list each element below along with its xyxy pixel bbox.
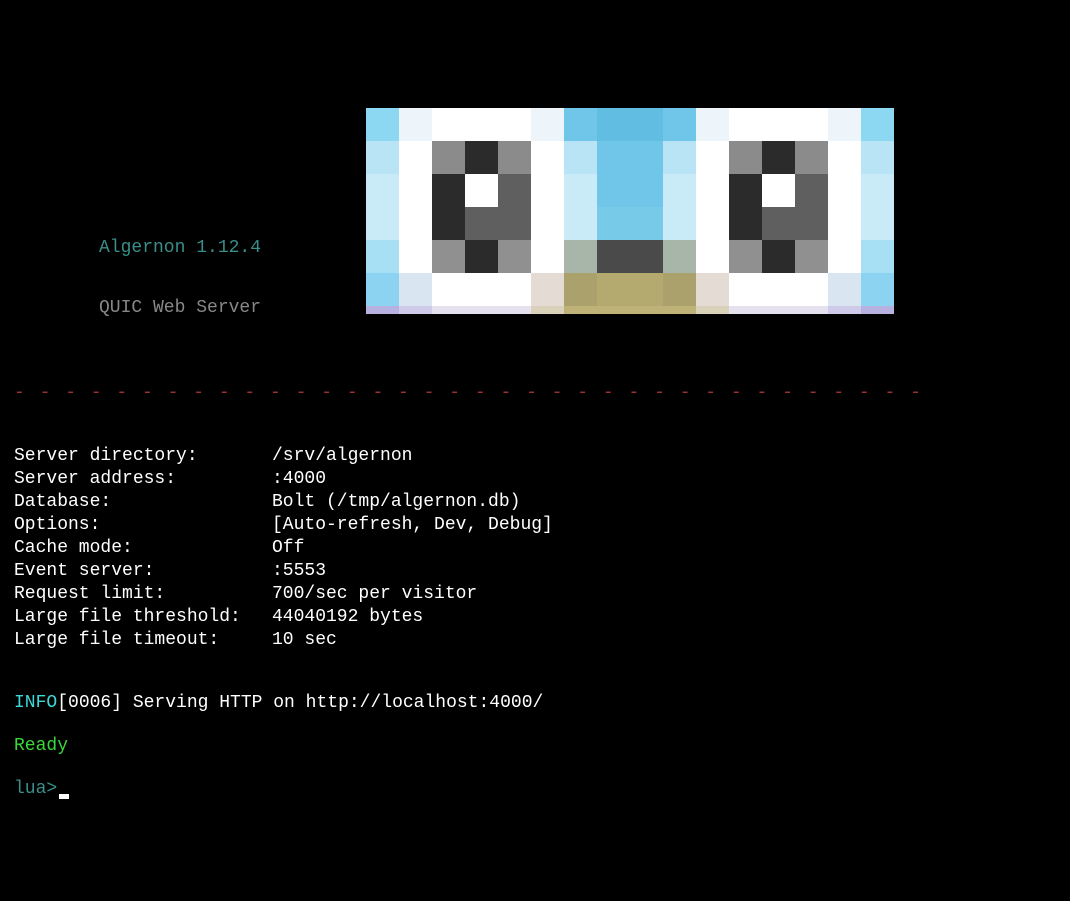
prompt-line[interactable]: lua> [14, 778, 1056, 801]
info-key: Server directory: [14, 445, 272, 468]
header-area: Algernon 1.12.4 QUIC Web Server [14, 88, 1056, 313]
info-row: Database:Bolt (/tmp/algernon.db) [14, 491, 1056, 514]
info-key: Large file threshold: [14, 606, 272, 629]
info-val: /srv/algernon [272, 445, 412, 468]
info-row: Options:[Auto-refresh, Dev, Debug] [14, 514, 1056, 537]
info-row: Event server::5553 [14, 560, 1056, 583]
info-row: Server address::4000 [14, 468, 1056, 491]
info-val: :4000 [272, 468, 326, 491]
info-val: 700/sec per visitor [272, 583, 477, 606]
info-row: Large file timeout:10 sec [14, 629, 1056, 652]
info-key: Cache mode: [14, 537, 272, 560]
info-key: Database: [14, 491, 272, 514]
info-val: Off [272, 537, 304, 560]
info-row: Cache mode:Off [14, 537, 1056, 560]
info-key: Server address: [14, 468, 272, 491]
cursor-icon [59, 794, 69, 799]
divider: - - - - - - - - - - - - - - - - - - - - … [14, 383, 1056, 403]
info-val: [Auto-refresh, Dev, Debug] [272, 514, 553, 537]
info-row: Server directory:/srv/algernon [14, 445, 1056, 468]
info-row: Large file threshold:44040192 bytes [14, 606, 1056, 629]
ready-status: Ready [14, 735, 1056, 758]
info-val: Bolt (/tmp/algernon.db) [272, 491, 520, 514]
log-line: INFO[0006] Serving HTTP on http://localh… [14, 692, 1056, 715]
app-title: Algernon 1.12.4 [99, 238, 261, 258]
info-val: :5553 [272, 560, 326, 583]
app-subtitle: QUIC Web Server [99, 298, 261, 318]
info-key: Request limit: [14, 583, 272, 606]
title-block: Algernon 1.12.4 QUIC Web Server [99, 198, 261, 358]
log-level: INFO [14, 693, 57, 713]
info-key: Event server: [14, 560, 272, 583]
info-key: Large file timeout: [14, 629, 272, 652]
info-val: 10 sec [272, 629, 337, 652]
lua-prompt: lua> [14, 779, 57, 799]
info-val: 44040192 bytes [272, 606, 423, 629]
mascot-logo-icon [366, 108, 894, 314]
log-message: [0006] Serving HTTP on http://localhost:… [57, 693, 543, 713]
info-row: Request limit:700/sec per visitor [14, 583, 1056, 606]
server-info-block: Server directory:/srv/algernonServer add… [14, 445, 1056, 652]
info-key: Options: [14, 514, 272, 537]
